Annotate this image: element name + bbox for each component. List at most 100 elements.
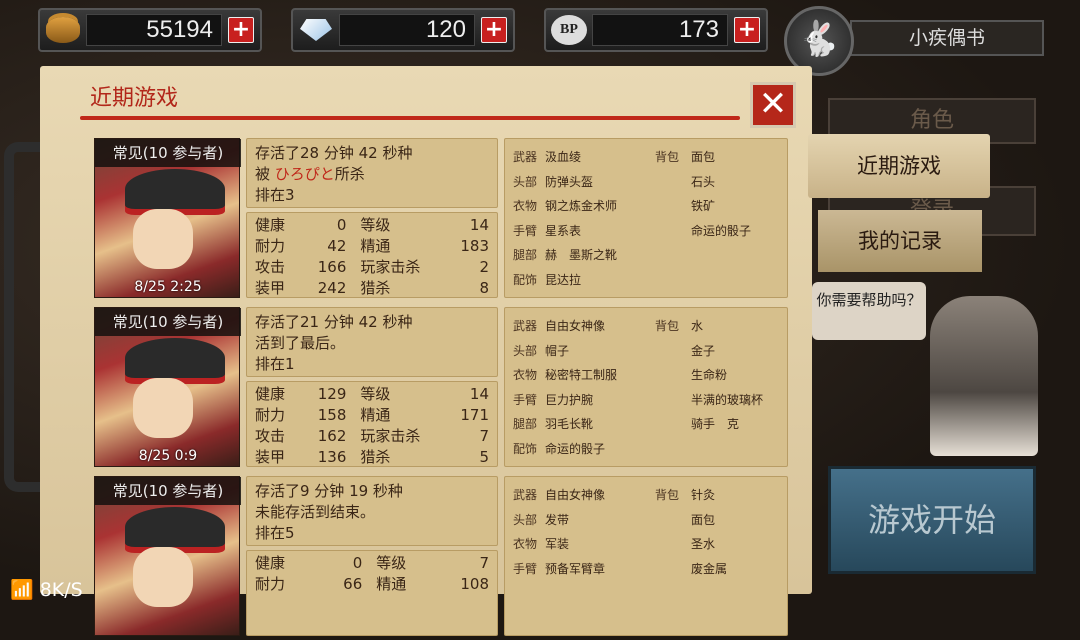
equipment-row: 配饰 昆达拉: [513, 268, 779, 293]
bag-label: [655, 508, 691, 533]
equipment-row: 武器 自由女神像 背包水: [513, 314, 779, 339]
username-box[interactable]: 小疾偶书: [850, 20, 1044, 56]
stat-label: 攻击: [255, 258, 286, 276]
stats-row: 耐力 66 精通 108: [255, 574, 489, 595]
bp-currency: BP 173 +: [544, 8, 768, 52]
stat-value: 14: [469, 385, 489, 403]
survival-time: 存活了9 分钟 19 秒种: [255, 482, 403, 500]
slot-label: 头部: [513, 512, 538, 527]
bag-item: 半满的玻璃杯: [691, 392, 764, 407]
slot-label: 手臂: [513, 561, 538, 576]
close-icon[interactable]: ✕: [750, 82, 796, 128]
stat-value: 2: [479, 258, 489, 276]
match-summary: 存活了28 分钟 42 秒种被 ひろぴと所杀 排在3: [246, 138, 498, 208]
slot-item: 自由女神像: [545, 488, 606, 502]
bag-item: 水: [691, 319, 704, 333]
bag-item: 针灸: [691, 488, 716, 502]
bag-label: [655, 243, 691, 268]
panel-title: 近期游戏: [90, 86, 179, 111]
slot-label: 武器: [513, 319, 538, 333]
stat-label: 装甲: [255, 279, 286, 297]
stat-label: 耐力: [255, 237, 286, 255]
slot-item: 防弹头盔: [545, 174, 594, 189]
equipment-list: 武器 自由女神像 背包水头部 帽子 金子 衣物 秘密特工制服 生命粉 手臂 巨力护腕 半满的玻璃杯腿…: [504, 307, 788, 467]
bag-label: [655, 412, 691, 437]
match-date: 8/25 2:25: [134, 279, 202, 295]
equipment-row: 手臂 星系表 命运的骰子: [513, 219, 779, 244]
bag-label: [655, 219, 691, 244]
tab-my-records[interactable]: 我的记录: [818, 210, 982, 272]
bag-item: 圣水: [691, 537, 716, 551]
equipment-row: 腿部 羽毛长靴 骑手 克: [513, 412, 779, 437]
result-line: 活到了最后。: [255, 333, 489, 354]
game-entry[interactable]: 常见(10 参与者) 存活了9 分钟 19 秒种 未能存活到结束。 排在5 健康 0 等级 7…: [94, 476, 788, 640]
stat-label: 健康: [255, 216, 286, 234]
slot-label: 腿部: [513, 417, 538, 431]
equipment-row: 衣物 秘密特工制服 生命粉: [513, 363, 779, 388]
equipment-row: 手臂 预备军臂章 废金属: [513, 557, 779, 582]
slot-item: 昆达拉: [545, 272, 582, 287]
stat-value: 183: [460, 237, 489, 255]
slot-label: 武器: [513, 150, 538, 164]
bag-item: 生命粉: [691, 368, 728, 382]
stat-value: 171: [460, 406, 489, 424]
slot-label: 头部: [513, 343, 538, 358]
stat-label: 精通: [376, 575, 407, 593]
slot-item: 秘密特工制服: [545, 368, 618, 382]
slot-label: 衣物: [513, 537, 538, 551]
add-gem-button[interactable]: +: [481, 17, 507, 43]
stat-label: 健康: [255, 385, 286, 403]
stat-label: 健康: [255, 554, 286, 572]
match-type-label: 常见(10 参与者): [95, 477, 241, 505]
stat-label: 等级: [376, 554, 407, 572]
stat-value: 7: [479, 427, 489, 445]
stats-row: 装甲 136 猎杀 5: [255, 447, 489, 468]
stat-value: 242: [317, 279, 347, 297]
equipment-list: 武器 自由女神像 背包 针灸 头部 发带 面包 衣物 军装 圣水 手臂 预备军臂章 废金属: [504, 476, 788, 636]
stat-label: 耐力: [255, 406, 286, 424]
wifi-icon: 📶: [10, 579, 34, 601]
bag-item: 面包: [691, 512, 716, 527]
bag-label: [655, 532, 691, 557]
equipment-row: 武器 自由女神像 背包 针灸: [513, 483, 779, 508]
game-entry[interactable]: 常见(10 参与者) 8/25 0:9 存活了21 分钟 42 秒种 活到了最后。 排在…: [94, 307, 788, 471]
stat-value: 162: [317, 427, 347, 445]
stat-value: 108: [460, 575, 489, 593]
stat-label: 猎杀: [360, 448, 391, 466]
add-gold-button[interactable]: +: [228, 17, 254, 43]
net-speed: 8K/S: [39, 579, 83, 601]
slot-label: 头部: [513, 174, 538, 189]
match-summary: 存活了21 分钟 42 秒种 活到了最后。 排在1: [246, 307, 498, 377]
add-bp-button[interactable]: +: [734, 17, 760, 43]
slot-item: 巨力护腕: [545, 392, 594, 407]
result-text: 被: [255, 165, 275, 183]
stat-label: 耐力: [255, 575, 286, 593]
game-entry[interactable]: 常见(10 参与者) 8/25 2:25 存活了28 分钟 42 秒种被 ひろぴと所…: [94, 138, 788, 302]
stats-row: 攻击 162 玩家击杀 7: [255, 426, 489, 447]
rank: 排在3: [255, 186, 295, 204]
start-game-button[interactable]: 游戏开始: [828, 466, 1036, 574]
stat-value: 7: [479, 554, 489, 572]
equipment-row: 武器 汲血绫 背包 面包: [513, 145, 779, 170]
bag-label: [655, 194, 691, 219]
tab-recent-games[interactable]: 近期游戏: [808, 134, 990, 198]
stat-value: 136: [317, 448, 347, 466]
rank: 排在1: [255, 355, 295, 373]
result-text: 未能存活到结束。: [255, 503, 376, 521]
helper-character[interactable]: [930, 296, 1038, 456]
slot-item: 预备军臂章: [545, 561, 606, 576]
help-bubble[interactable]: 你需要帮助吗？: [812, 282, 926, 340]
stat-value: 158: [317, 406, 347, 424]
killer-name: ひろぴと: [274, 165, 335, 183]
stats-row: 健康 0 等级 7: [255, 553, 489, 574]
equipment-list: 武器 汲血绫 背包 面包 头部 防弹头盔 石头 衣物 钢之炼金术师 铁矿 手臂 星系表 命运的骰子 腿部赫…: [504, 138, 788, 298]
slot-item: 命运的骰子: [545, 441, 606, 456]
survival-time: 存活了28 分钟 42 秒种: [255, 144, 413, 162]
bag-label: [655, 339, 691, 364]
slot-item: 帽子: [545, 343, 570, 358]
stat-label: 玩家击杀: [360, 258, 421, 276]
result-text: 活到了最后。: [255, 334, 346, 352]
stat-label: 精通: [360, 406, 391, 424]
bag-label: 背包: [655, 319, 680, 333]
survival-time: 存活了21 分钟 42 秒种: [255, 313, 413, 331]
